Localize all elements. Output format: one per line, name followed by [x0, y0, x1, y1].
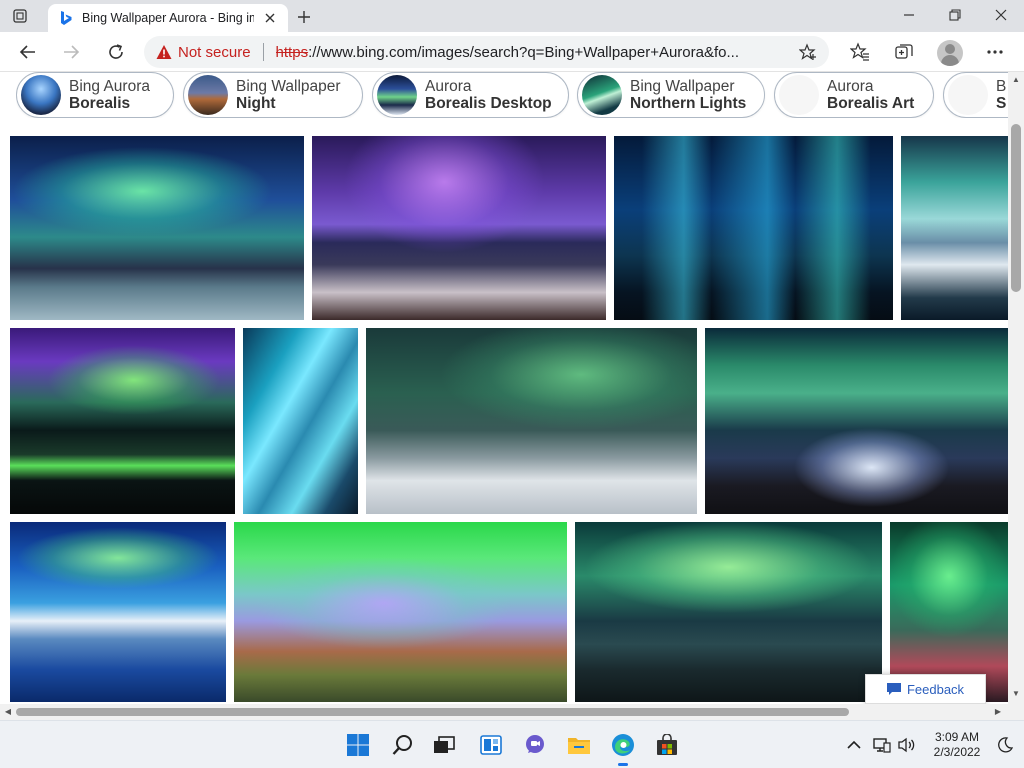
taskbar: 3:09 AM 2/3/2022: [0, 720, 1024, 768]
more-menu-icon[interactable]: [981, 38, 1009, 66]
file-explorer-icon[interactable]: [563, 729, 595, 761]
related-chip-6[interactable]: BS: [943, 72, 1008, 118]
image-result-1[interactable]: [10, 136, 304, 320]
image-result-2[interactable]: [312, 136, 606, 320]
search-icon[interactable]: [387, 729, 419, 761]
scroll-right-icon[interactable]: ▶: [994, 708, 1002, 716]
chip-thumbnail: [377, 75, 417, 115]
scroll-down-icon[interactable]: ▼: [1012, 690, 1020, 698]
add-favorite-icon[interactable]: [799, 43, 817, 61]
vertical-scroll-thumb[interactable]: [1011, 124, 1021, 292]
image-result-11[interactable]: [575, 522, 882, 702]
feedback-icon: [886, 683, 901, 695]
chip-thumbnail: [779, 75, 819, 115]
url-scheme: https: [275, 43, 309, 61]
widgets-icon[interactable]: [475, 729, 507, 761]
focus-assist-moon-icon[interactable]: [995, 735, 1015, 755]
clock-date: 2/3/2022: [933, 745, 981, 759]
web-page: Bing Aurora Borealis Bing Wallpaper Night …: [0, 72, 1008, 704]
teams-chat-icon[interactable]: [519, 729, 551, 761]
image-result-9[interactable]: [10, 522, 226, 702]
scrollbar-corner: [1008, 704, 1024, 720]
vertical-scrollbar[interactable]: ▲ ▼: [1008, 72, 1024, 704]
scroll-left-icon[interactable]: ◀: [4, 708, 12, 716]
task-view-icon[interactable]: [428, 729, 460, 761]
scroll-up-icon[interactable]: ▲: [1012, 76, 1020, 84]
show-hidden-icons-icon[interactable]: [844, 735, 864, 755]
url-text[interactable]: https://www.bing.com/images/search?q=Bin…: [276, 44, 793, 61]
related-searches-bar: Bing Aurora Borealis Bing Wallpaper Night …: [16, 72, 1008, 118]
screen: Bing Wallpaper Aurora - Bing im Not secu…: [0, 0, 1024, 768]
related-chip-5[interactable]: Aurora Borealis Art: [774, 72, 934, 118]
tab-strip: Bing Wallpaper Aurora - Bing im: [0, 0, 1024, 32]
image-result-7[interactable]: [366, 328, 697, 514]
security-label[interactable]: Not secure: [178, 44, 251, 61]
restore-icon[interactable]: [932, 0, 978, 30]
edge-browser-icon[interactable]: [607, 729, 639, 766]
system-clock[interactable]: 3:09 AM 2/3/2022: [924, 730, 990, 760]
image-result-6[interactable]: [243, 328, 358, 514]
warning-icon[interactable]: [156, 44, 172, 60]
browser-tab[interactable]: Bing Wallpaper Aurora - Bing im: [48, 4, 288, 32]
related-chip-3[interactable]: Aurora Borealis Desktop: [372, 72, 569, 118]
profile-avatar[interactable]: [937, 40, 963, 66]
chip-thumbnail: [948, 75, 988, 115]
address-bar[interactable]: Not secure https://www.bing.com/images/s…: [144, 36, 829, 68]
chip-thumbnail: [582, 75, 622, 115]
close-window-icon[interactable]: [978, 0, 1024, 30]
network-icon[interactable]: [872, 735, 892, 755]
volume-icon[interactable]: [897, 735, 917, 755]
clock-time: 3:09 AM: [934, 730, 980, 744]
image-result-5[interactable]: [10, 328, 235, 514]
refresh-icon[interactable]: [102, 38, 130, 66]
back-icon[interactable]: [14, 38, 42, 66]
chip-thumbnail: [188, 75, 228, 115]
browser-toolbar: Not secure https://www.bing.com/images/s…: [0, 32, 1024, 72]
url-rest: ://www.bing.com/images/search?q=Bing+Wal…: [308, 43, 739, 61]
close-tab-icon[interactable]: [262, 10, 278, 26]
chip-thumbnail: [21, 75, 61, 115]
new-tab-icon[interactable]: [293, 6, 315, 28]
feedback-label: Feedback: [906, 681, 965, 697]
horizontal-scrollbar[interactable]: ◀ ▶: [0, 704, 1008, 720]
collections-icon[interactable]: [890, 38, 918, 66]
address-separator: [262, 43, 264, 61]
image-result-3[interactable]: [614, 136, 893, 320]
bing-favicon-icon: [58, 10, 74, 26]
forward-icon: [57, 38, 85, 66]
favorites-icon[interactable]: [846, 38, 874, 66]
feedback-button[interactable]: Feedback: [865, 674, 986, 704]
tab-actions-icon[interactable]: [8, 6, 32, 26]
related-chip-2[interactable]: Bing Wallpaper Night: [183, 72, 363, 118]
tab-title: Bing Wallpaper Aurora - Bing im: [82, 11, 254, 25]
minimize-icon[interactable]: [886, 0, 932, 30]
image-result-8[interactable]: [705, 328, 1008, 514]
image-result-4[interactable]: [901, 136, 1008, 320]
start-windows-icon[interactable]: [342, 729, 374, 761]
related-chip-4[interactable]: Bing Wallpaper Northern Lights: [577, 72, 765, 118]
image-result-10[interactable]: [234, 522, 567, 702]
microsoft-store-icon[interactable]: [651, 729, 683, 761]
horizontal-scroll-thumb[interactable]: [16, 708, 849, 716]
related-chip-1[interactable]: Bing Aurora Borealis: [16, 72, 174, 118]
